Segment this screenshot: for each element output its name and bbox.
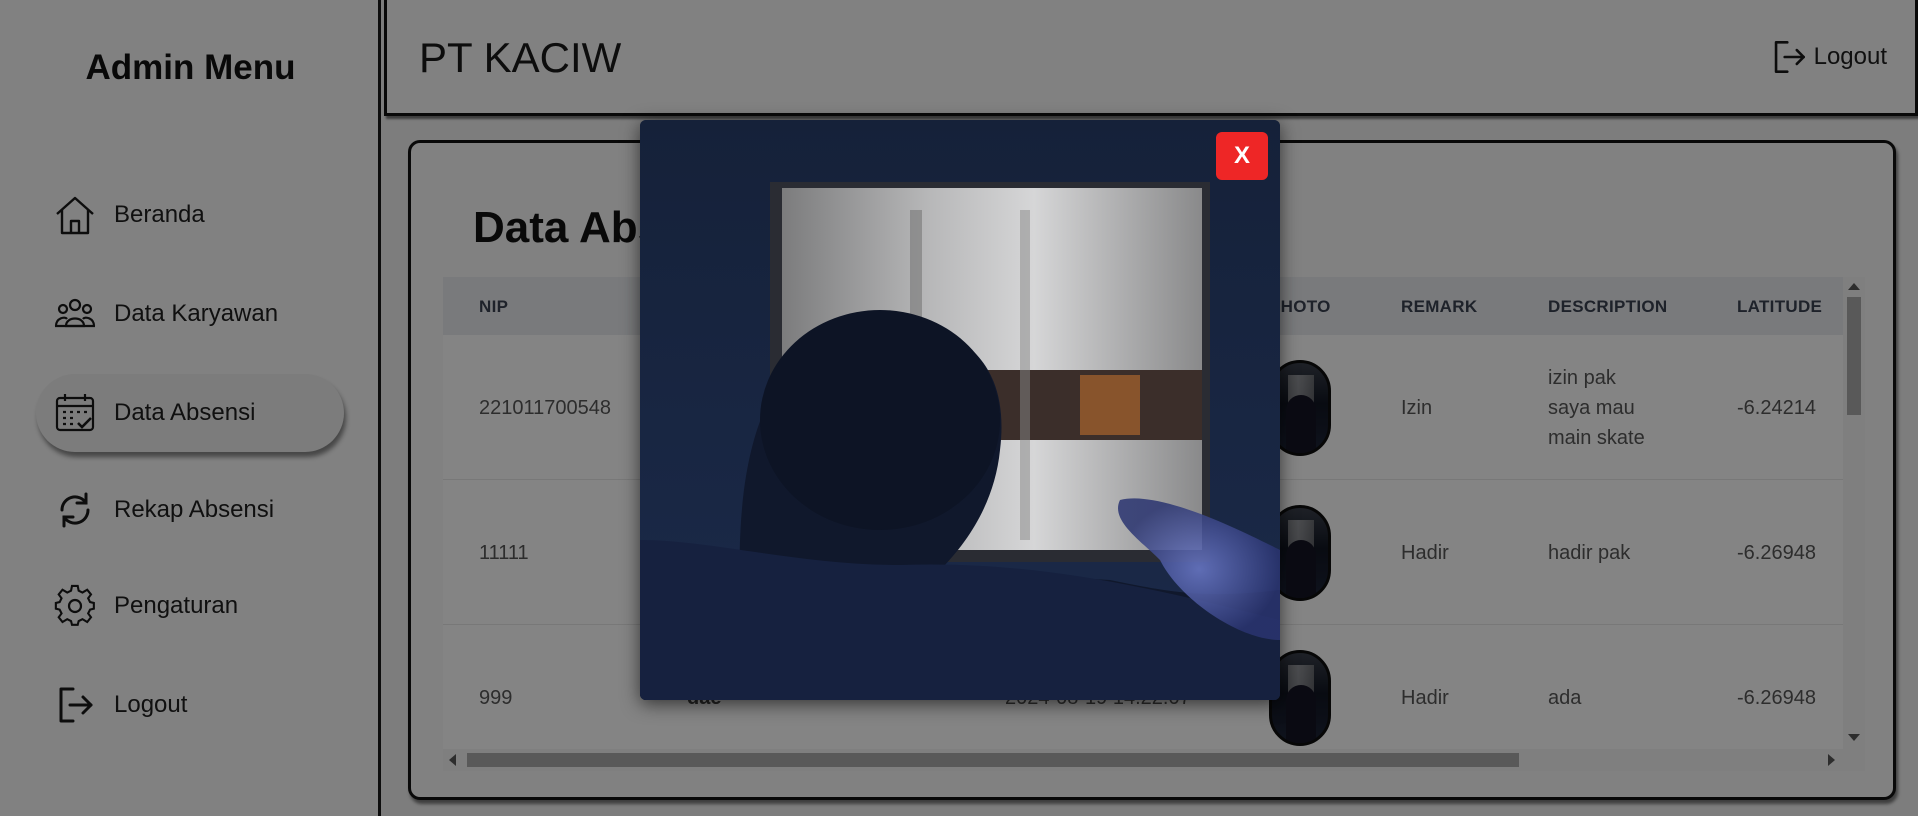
close-modal-button[interactable]: X bbox=[1216, 132, 1268, 180]
photo-preview-modal: X bbox=[640, 120, 1280, 700]
attendance-photo-preview bbox=[640, 120, 1280, 700]
